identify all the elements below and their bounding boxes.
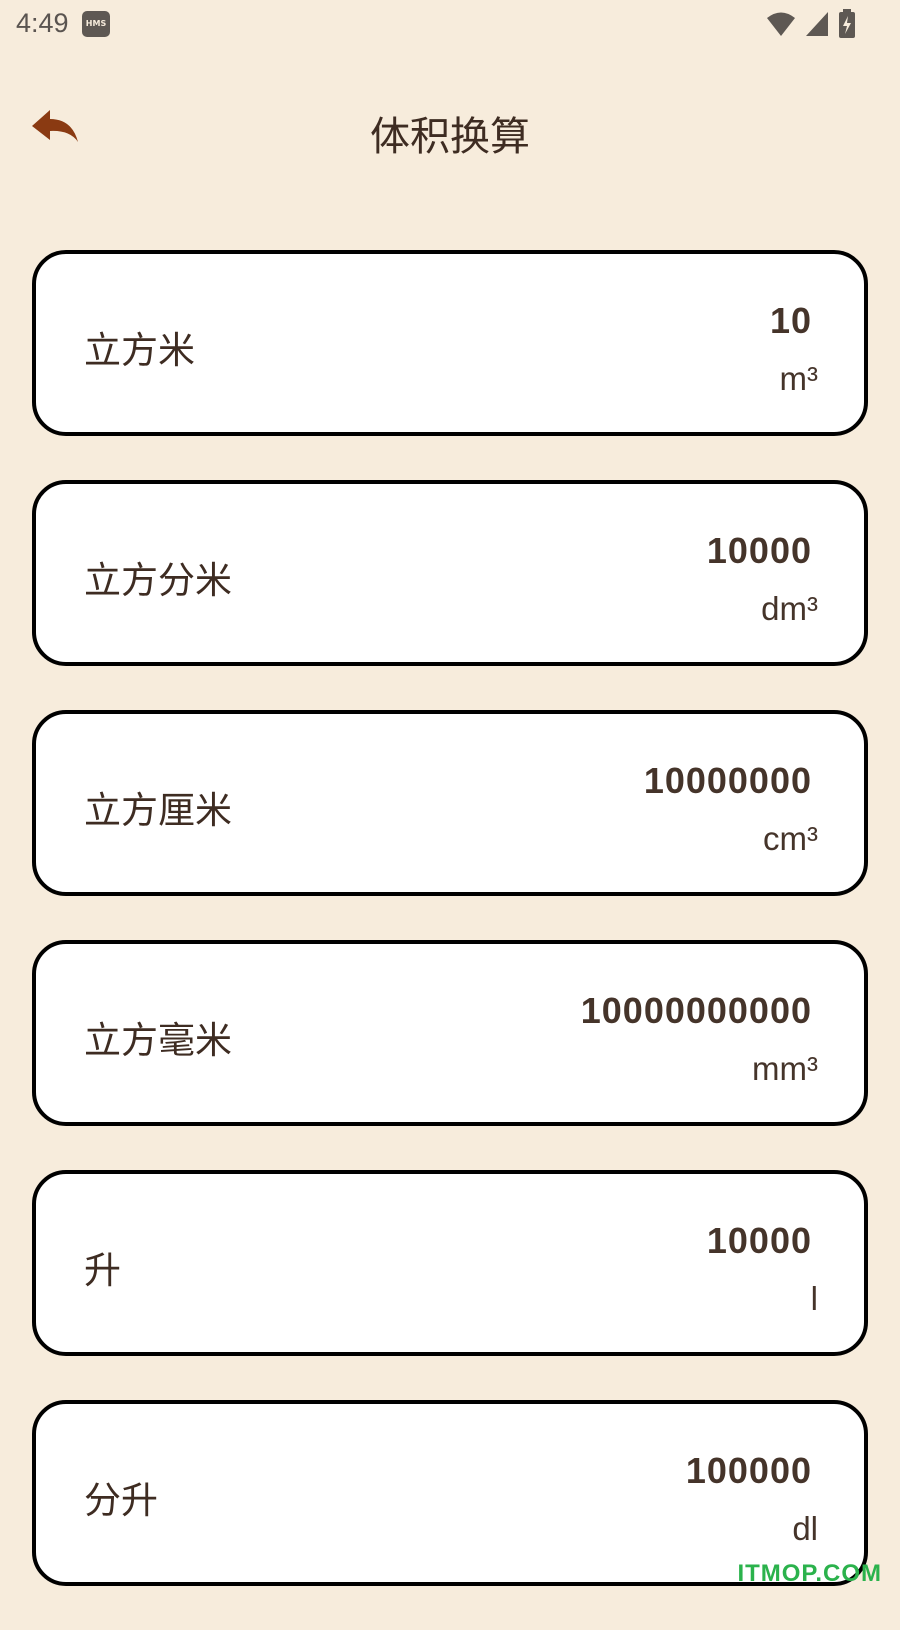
status-time: 4:49: [16, 8, 69, 38]
hms-badge: HMS: [82, 11, 110, 37]
unit-name: 分升: [84, 1479, 158, 1522]
unit-card-list: 立方米 10 m³ 立方分米 10000 dm³ 立方厘米 10000000 c…: [32, 250, 868, 1630]
header: 体积换算: [0, 90, 900, 170]
unit-value: 10000: [706, 530, 812, 571]
watermark: ITMOP.COM: [737, 1560, 882, 1587]
battery-charging-icon: [838, 9, 856, 43]
unit-symbol: l: [810, 1280, 818, 1317]
unit-card-cubic-meter[interactable]: 立方米 10 m³: [32, 250, 868, 436]
unit-symbol: mm³: [752, 1050, 818, 1087]
page-title: 体积换算: [370, 114, 530, 160]
unit-name: 立方厘米: [84, 789, 232, 832]
unit-name: 立方毫米: [84, 1019, 232, 1062]
unit-card-liter[interactable]: 升 10000 l: [32, 1170, 868, 1356]
unit-name: 立方米: [84, 329, 195, 372]
unit-card-cubic-millimeter[interactable]: 立方毫米 10000000000 mm³: [32, 940, 868, 1126]
unit-value: 10000000: [643, 760, 812, 801]
unit-symbol: m³: [779, 360, 818, 397]
unit-value: 10000: [706, 1220, 812, 1261]
status-icons: [766, 9, 856, 43]
status-bar: 4:49 HMS: [0, 0, 900, 50]
unit-symbol: dl: [792, 1510, 818, 1547]
unit-name: 立方分米: [84, 559, 232, 602]
unit-value: 10: [769, 300, 812, 341]
unit-card-deciliter[interactable]: 分升 100000 dl: [32, 1400, 868, 1586]
unit-value: 100000: [685, 1450, 812, 1491]
wifi-icon: [766, 10, 796, 42]
unit-symbol: dm³: [761, 590, 818, 627]
unit-card-cubic-centimeter[interactable]: 立方厘米 10000000 cm³: [32, 710, 868, 896]
unit-symbol: cm³: [763, 820, 818, 857]
unit-name: 升: [84, 1249, 121, 1292]
signal-icon: [804, 10, 830, 42]
unit-card-cubic-decimeter[interactable]: 立方分米 10000 dm³: [32, 480, 868, 666]
unit-value: 10000000000: [580, 990, 812, 1031]
